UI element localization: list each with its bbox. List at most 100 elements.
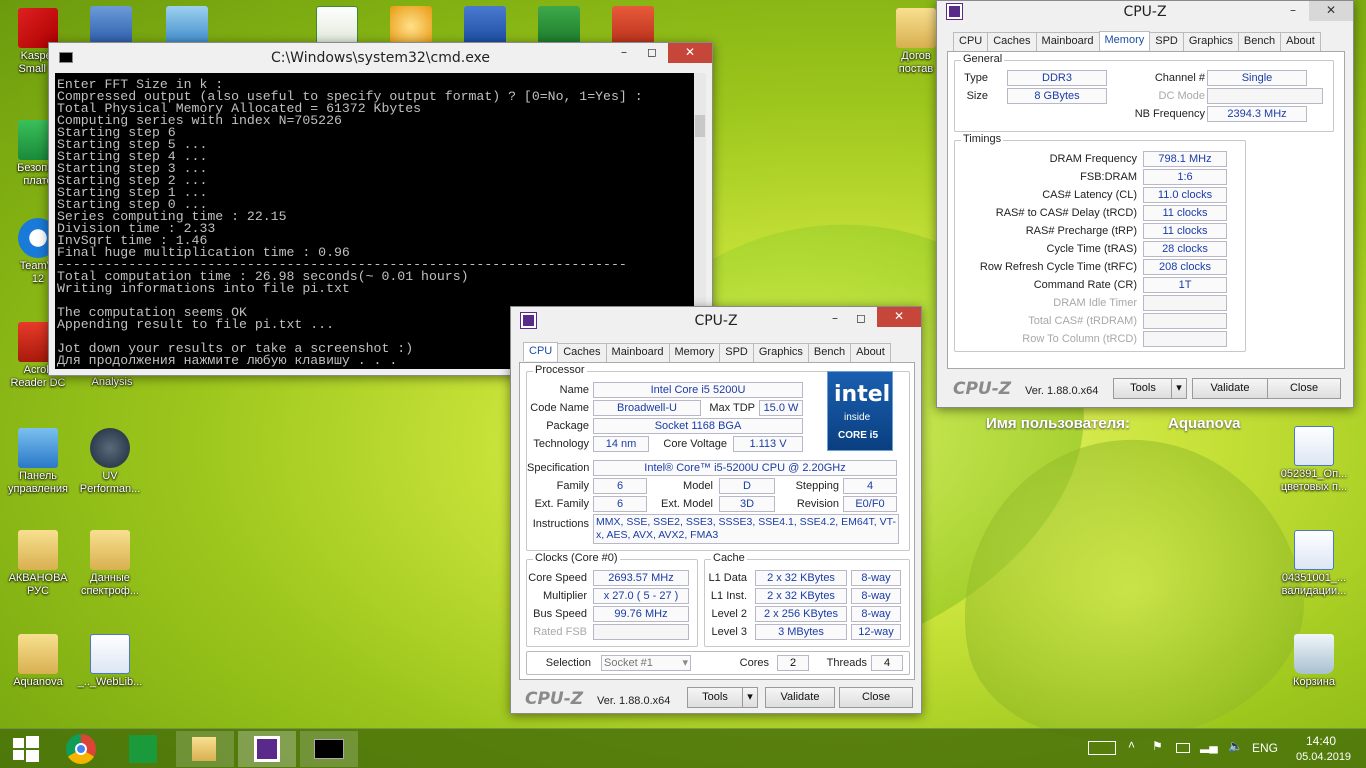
tab-caches[interactable]: Caches bbox=[987, 32, 1037, 51]
tab-spd[interactable]: SPD bbox=[719, 343, 754, 362]
taskbar: ˄ ⚑ ▂▄ 🔈 ENG 14:40 05.04.2019 bbox=[0, 728, 1366, 768]
desktop-icon-analysis[interactable]: Analysis bbox=[74, 376, 150, 389]
timing-value: 11 clocks bbox=[1143, 205, 1227, 221]
chrome-icon bbox=[66, 734, 96, 764]
selection-label: Selection bbox=[545, 657, 591, 669]
desktop-icon-weblib[interactable]: _.._WebLib... bbox=[72, 634, 148, 689]
desktop-icon-control-panel[interactable]: Панель управления bbox=[0, 428, 76, 496]
specification-label: Specification bbox=[527, 462, 590, 474]
timing-value: 208 clocks bbox=[1143, 259, 1227, 275]
cache-size-value: 2 x 32 KBytes bbox=[755, 570, 847, 586]
timing-label: Cycle Time (tRAS) bbox=[1046, 243, 1137, 255]
memory-panel: General Type DDR3 Size 8 GBytes Channel … bbox=[947, 51, 1345, 369]
tab-spd[interactable]: SPD bbox=[1149, 32, 1184, 51]
explorer-taskbar-button[interactable] bbox=[176, 731, 234, 767]
flag-icon[interactable]: ⚑ bbox=[1152, 739, 1163, 753]
minimize-button[interactable]: – bbox=[610, 43, 638, 63]
timing-label: DRAM Idle Timer bbox=[1053, 297, 1137, 309]
minimize-button[interactable]: – bbox=[821, 309, 849, 329]
cache-level-label: Level 2 bbox=[711, 608, 747, 620]
close-button[interactable]: ✕ bbox=[668, 43, 712, 63]
tab-caches[interactable]: Caches bbox=[557, 343, 607, 362]
tools-dropdown-button[interactable]: ▾ bbox=[1171, 378, 1187, 399]
desktop-icon-doc-04351001[interactable]: 04351001_... валидации... bbox=[1276, 530, 1352, 598]
chrome-taskbar-button[interactable] bbox=[56, 731, 106, 767]
tab-mainboard[interactable]: Mainboard bbox=[605, 343, 670, 362]
desktop-icon-doc-052391[interactable]: 052391_Оп... цветовых п... bbox=[1276, 426, 1352, 494]
package-label: Package bbox=[546, 420, 589, 432]
tab-bench[interactable]: Bench bbox=[1237, 32, 1282, 51]
clock-date[interactable]: 05.04.2019 bbox=[1296, 751, 1351, 763]
keyboard-icon[interactable] bbox=[1088, 741, 1116, 755]
close-window-button[interactable]: Close bbox=[1267, 378, 1341, 399]
size-label: Size bbox=[966, 90, 988, 102]
folder-icon bbox=[896, 8, 936, 48]
tab-memory[interactable]: Memory bbox=[668, 343, 721, 362]
cpuz-cpu-titlebar[interactable]: CPU-Z – ◻ ✕ bbox=[511, 307, 921, 333]
timing-label: Row To Column (tRCD) bbox=[1022, 333, 1137, 345]
tools-dropdown-button[interactable]: ▾ bbox=[742, 687, 758, 708]
cpuz-cpu-window[interactable]: CPU-Z – ◻ ✕ CPU Caches Mainboard Memory … bbox=[510, 306, 922, 714]
validate-button[interactable]: Validate bbox=[765, 687, 835, 708]
cache-way-value: 8-way bbox=[851, 606, 901, 622]
start-button[interactable] bbox=[0, 731, 50, 767]
cpuz-memory-titlebar[interactable]: CPU-Z – ✕ bbox=[937, 1, 1353, 27]
maximize-button[interactable]: ◻ bbox=[847, 309, 875, 329]
shortcut-icon[interactable] bbox=[166, 6, 208, 46]
tab-about[interactable]: About bbox=[1280, 32, 1321, 51]
word-document-icon bbox=[1294, 530, 1334, 570]
powerpoint-icon[interactable] bbox=[612, 6, 654, 46]
store-taskbar-button[interactable] bbox=[118, 731, 168, 767]
maximize-button[interactable]: ◻ bbox=[638, 43, 666, 63]
clock-time[interactable]: 14:40 bbox=[1306, 734, 1336, 748]
folder-icon bbox=[90, 530, 130, 570]
desktop-icon-akvanova[interactable]: АКВАНОВА РУС bbox=[0, 530, 76, 598]
desktop-icon-label: Analysis bbox=[91, 376, 133, 388]
network-icon[interactable]: ▂▄ bbox=[1200, 739, 1218, 753]
volume-icon[interactable]: 🔈 bbox=[1228, 739, 1243, 753]
desktop-icon-recycle-bin[interactable]: Корзина bbox=[1276, 634, 1352, 689]
tab-mainboard[interactable]: Mainboard bbox=[1035, 32, 1100, 51]
cmd-taskbar-button[interactable] bbox=[300, 731, 358, 767]
codename-label: Code Name bbox=[530, 402, 589, 414]
cpuz-taskbar-button[interactable] bbox=[238, 731, 296, 767]
cache-size-value: 3 MBytes bbox=[755, 624, 847, 640]
close-window-button[interactable]: Close bbox=[839, 687, 913, 708]
tab-bench[interactable]: Bench bbox=[807, 343, 852, 362]
spreadsheet-file-icon[interactable] bbox=[316, 6, 358, 46]
battery-icon[interactable] bbox=[1176, 743, 1190, 753]
language-indicator[interactable]: ENG bbox=[1252, 741, 1278, 755]
outlook-icon[interactable] bbox=[390, 6, 432, 46]
tab-memory[interactable]: Memory bbox=[1098, 31, 1151, 50]
desktop-icon-uv-performance[interactable]: UV Performan... bbox=[72, 428, 148, 496]
cpuz-memory-window[interactable]: CPU-Z – ✕ CPU Caches Mainboard Memory SP… bbox=[936, 0, 1354, 408]
excel-icon[interactable] bbox=[538, 6, 580, 46]
channel-value: Single bbox=[1207, 70, 1307, 86]
selection-group: Selection Socket #1 ▾ Cores 2 Threads 4 bbox=[526, 651, 910, 675]
close-button[interactable]: ✕ bbox=[1309, 1, 1353, 21]
tools-button[interactable]: Tools bbox=[1113, 378, 1173, 399]
tab-cpu[interactable]: CPU bbox=[953, 32, 989, 51]
checkbox-app-icon[interactable] bbox=[90, 6, 132, 46]
desktop-icon-label: Performan... bbox=[79, 483, 141, 495]
validate-button[interactable]: Validate bbox=[1192, 378, 1268, 399]
selection-dropdown[interactable]: Socket #1 ▾ bbox=[601, 655, 691, 671]
tools-button[interactable]: Tools bbox=[687, 687, 743, 708]
scrollbar-thumb[interactable] bbox=[695, 115, 705, 137]
close-button[interactable]: ✕ bbox=[877, 307, 921, 327]
minimize-button[interactable]: – bbox=[1279, 1, 1307, 21]
chevron-up-icon[interactable]: ˄ bbox=[1128, 738, 1135, 752]
family-value: 6 bbox=[593, 478, 647, 494]
ext-model-label: Ext. Model bbox=[661, 498, 713, 510]
word-icon[interactable] bbox=[464, 6, 506, 46]
tab-about[interactable]: About bbox=[850, 343, 891, 362]
cmd-titlebar[interactable]: C:\Windows\system32\cmd.exe – ◻ ✕ bbox=[49, 43, 712, 73]
tab-cpu[interactable]: CPU bbox=[523, 342, 559, 361]
tab-graphics[interactable]: Graphics bbox=[1182, 32, 1239, 51]
desktop-icon-spectro-data[interactable]: Данные спектроф... bbox=[72, 530, 148, 598]
tab-graphics[interactable]: Graphics bbox=[752, 343, 809, 362]
rated-fsb-label: Rated FSB bbox=[533, 626, 587, 638]
desktop-icon-aquanova-user[interactable]: Aquanova bbox=[0, 634, 76, 689]
cpuz-icon bbox=[254, 736, 280, 762]
cache-way-value: 8-way bbox=[851, 588, 901, 604]
